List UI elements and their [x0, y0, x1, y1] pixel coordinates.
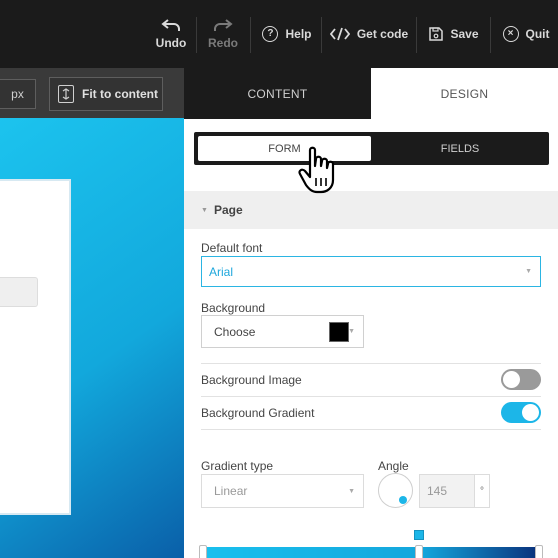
quit-button[interactable]: × Quit	[498, 0, 554, 68]
get-code-label: Get code	[356, 27, 409, 41]
gradient-stop-marker[interactable]	[414, 530, 424, 540]
chevron-down-icon: ▼	[348, 328, 355, 335]
default-font-select[interactable]: Arial ▼	[201, 256, 541, 287]
form-fields-switch: FORM FIELDS	[194, 132, 549, 165]
angle-unit: °	[475, 474, 490, 508]
segment-form[interactable]: FORM	[198, 136, 371, 161]
design-canvas[interactable]	[0, 118, 184, 558]
toolbar-divider	[490, 17, 491, 53]
unit-select[interactable]: px	[0, 79, 36, 109]
angle-input[interactable]: 145	[419, 474, 475, 508]
gradient-stop-handle[interactable]	[199, 545, 207, 558]
background-image-toggle[interactable]	[501, 369, 541, 390]
angle-label: Angle	[378, 459, 409, 473]
help-label: Help	[285, 27, 312, 41]
fit-vertical-icon	[58, 85, 74, 103]
close-circle-icon: ×	[502, 26, 519, 42]
background-label: Background	[201, 301, 266, 315]
toolbar-divider	[321, 17, 322, 53]
toolbar-divider	[416, 17, 417, 53]
redo-button[interactable]: Redo	[202, 0, 244, 68]
background-choose-text: Choose	[214, 324, 256, 339]
background-color-picker[interactable]: Choose ▼	[201, 315, 364, 348]
tab-design[interactable]: DESIGN	[371, 68, 558, 119]
default-font-value: Arial	[209, 264, 234, 279]
angle-handle[interactable]	[399, 496, 407, 504]
get-code-button[interactable]: Get code	[328, 0, 410, 68]
fit-to-content-button[interactable]: Fit to content	[49, 77, 163, 111]
default-font-label: Default font	[201, 241, 263, 255]
gradient-type-label: Gradient type	[201, 459, 274, 473]
toggle-knob	[503, 371, 520, 388]
undo-label: Undo	[155, 36, 187, 50]
tab-content[interactable]: CONTENT	[184, 68, 371, 119]
save-icon	[429, 27, 444, 41]
form-preview-field[interactable]	[0, 277, 38, 307]
save-label: Save	[450, 27, 479, 41]
hand-pointer-icon	[296, 146, 344, 196]
form-preview[interactable]	[0, 179, 71, 515]
segment-fields[interactable]: FIELDS	[374, 136, 546, 161]
chevron-down-icon: ▼	[525, 268, 532, 275]
help-icon: ?	[262, 26, 279, 42]
redo-icon	[213, 18, 233, 32]
toolbar-divider	[250, 17, 251, 53]
background-gradient-label: Background Gradient	[201, 406, 315, 420]
color-swatch	[329, 322, 349, 342]
gradient-preview-bar[interactable]	[204, 547, 540, 558]
gradient-type-select[interactable]: Linear ▼	[201, 474, 364, 508]
save-button[interactable]: Save	[424, 0, 484, 68]
angle-dial[interactable]	[378, 473, 413, 508]
gradient-stop-handle[interactable]	[415, 545, 423, 558]
properties-panel: CONTENT DESIGN FORM FIELDS ▼ Page Defaul…	[184, 68, 558, 558]
fit-to-content-label: Fit to content	[82, 87, 158, 101]
page-section-title: Page	[213, 203, 243, 217]
quit-label: Quit	[525, 27, 550, 41]
toolbar-divider	[196, 17, 197, 53]
gradient-type-value: Linear	[214, 484, 248, 498]
undo-icon	[161, 18, 181, 32]
undo-button[interactable]: Undo	[150, 0, 192, 68]
caret-down-icon: ▼	[201, 206, 208, 214]
background-gradient-toggle[interactable]	[501, 402, 541, 423]
top-toolbar: Undo Redo ? Help Get code Save × Quit	[0, 0, 558, 68]
chevron-down-icon: ▼	[348, 487, 355, 495]
divider	[201, 396, 541, 397]
background-image-label: Background Image	[201, 373, 302, 387]
divider	[201, 363, 541, 364]
help-button[interactable]: ? Help	[258, 0, 316, 68]
toggle-knob	[522, 404, 539, 421]
code-icon	[329, 27, 350, 41]
gradient-stop-handle[interactable]	[535, 545, 543, 558]
divider	[201, 429, 541, 430]
page-section-header[interactable]: ▼ Page	[184, 191, 558, 229]
redo-label: Redo	[208, 36, 238, 50]
